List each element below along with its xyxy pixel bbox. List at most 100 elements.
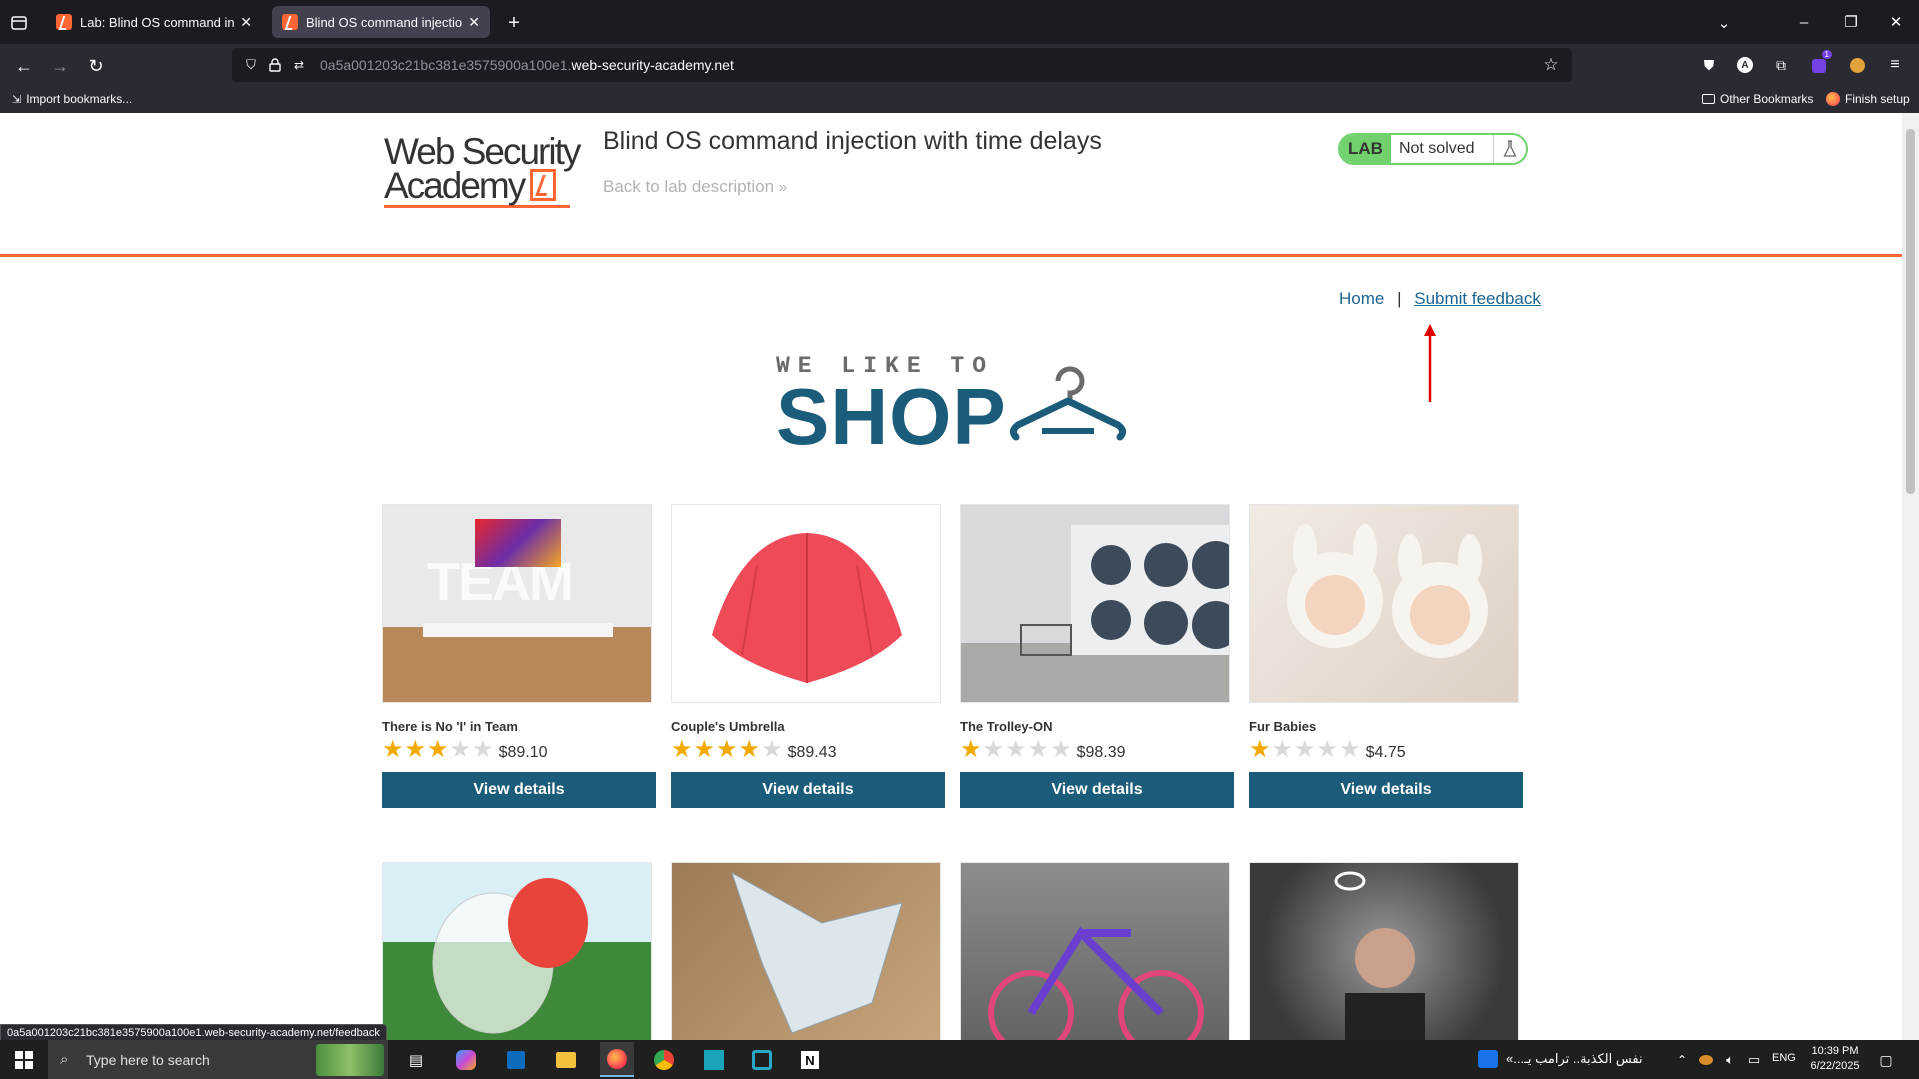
windows-start-icon[interactable] — [10, 1046, 38, 1074]
pocket-icon[interactable]: ⛊ — [1698, 54, 1720, 76]
star-empty-icon: ★ — [761, 736, 783, 763]
back-icon[interactable]: ← — [12, 54, 36, 78]
header-divider — [0, 254, 1902, 257]
logo-line-2: Academy — [384, 165, 526, 206]
other-bookmarks-item[interactable]: Other Bookmarks — [1702, 92, 1813, 106]
logo-line-1: Web Security — [384, 131, 581, 172]
url-text[interactable]: 0a5a001203c21bc381e3575900a100e1.web-sec… — [320, 57, 734, 73]
star-empty-icon: ★ — [472, 736, 494, 763]
copilot-icon[interactable] — [452, 1046, 480, 1074]
product-image[interactable] — [671, 504, 941, 703]
bubble-shape — [432, 878, 588, 1034]
star-empty-icon: ★ — [1271, 736, 1294, 763]
extension-badge-count: 1 — [1821, 50, 1832, 59]
minimize-icon[interactable]: – — [1790, 8, 1818, 36]
product-image[interactable] — [671, 862, 941, 1040]
star-rating: ★★★★★ — [382, 738, 495, 762]
star-filled-icon: ★ — [1249, 736, 1271, 763]
product-image[interactable] — [960, 504, 1230, 703]
tab-lab-description[interactable]: Lab: Blind OS command injecti ✕ — [46, 6, 262, 38]
product-image[interactable] — [960, 862, 1230, 1040]
submit-feedback-link[interactable]: Submit feedback — [1414, 289, 1541, 308]
reload-icon[interactable]: ↻ — [84, 54, 108, 78]
product-rating: ★★★★★ $89.43 — [671, 738, 945, 762]
news-headline: نفس الكذبة.. ترامب يـ...» — [1506, 1051, 1643, 1066]
notifications-icon[interactable]: ▢ — [1872, 1046, 1900, 1074]
network-icon[interactable]: ▭ — [1740, 1046, 1768, 1074]
firefox-taskbar-icon[interactable] — [600, 1042, 634, 1077]
file-explorer-icon[interactable] — [552, 1046, 580, 1074]
view-details-button[interactable]: View details — [671, 772, 945, 808]
product-name: Fur Babies — [1249, 719, 1317, 734]
product-image[interactable] — [1249, 862, 1519, 1040]
close-tab-icon[interactable]: ✕ — [468, 14, 480, 31]
extensions-icon[interactable]: ⧉ — [1770, 54, 1792, 76]
page-scrollbar[interactable] — [1902, 113, 1919, 1040]
web-security-academy-logo[interactable]: Web Security Academy — [384, 131, 604, 208]
product-card — [960, 862, 1234, 1040]
product-image[interactable]: TEAM — [382, 504, 652, 703]
product-name: There is No 'I' in Team — [382, 719, 518, 734]
scrollbar-thumb[interactable] — [1906, 129, 1915, 494]
view-details-button[interactable]: View details — [960, 772, 1234, 808]
language-indicator[interactable]: ENG — [1772, 1052, 1796, 1064]
home-link[interactable]: Home — [1339, 289, 1384, 308]
hanger-icon — [1009, 366, 1127, 441]
tab-list-icon[interactable] — [8, 12, 30, 34]
star-empty-icon: ★ — [1050, 736, 1072, 763]
burp-suite-icon[interactable] — [700, 1046, 728, 1074]
extension-badge-icon[interactable]: 1 — [1806, 50, 1832, 76]
news-widget[interactable]: نفس الكذبة.. ترامب يـ...» — [1478, 1050, 1643, 1068]
star-filled-icon: ★ — [404, 736, 427, 763]
team-screen — [475, 519, 561, 567]
web-page-viewport: Web Security Academy Blind OS command in… — [0, 113, 1902, 1040]
restore-icon[interactable]: ❐ — [1837, 8, 1865, 36]
import-bookmarks-label: Import bookmarks... — [26, 92, 133, 106]
search-highlight-image — [316, 1044, 384, 1076]
product-price: $4.75 — [1365, 744, 1406, 761]
lab-status-widget: LAB Not solved — [1338, 133, 1528, 165]
flask-icon — [1494, 135, 1526, 163]
account-icon[interactable]: A — [1734, 54, 1756, 76]
browser-navigation-bar: ← → ↻ ⛉ ⇄ 0a5a001203c21bc381e3575900a100… — [0, 44, 1919, 86]
system-clock[interactable]: 10:39 PM 6/22/2025 — [1805, 1044, 1865, 1074]
other-bookmarks-label: Other Bookmarks — [1720, 92, 1814, 106]
notion-icon[interactable]: N — [796, 1046, 824, 1074]
cookie-extension-icon[interactable] — [1846, 54, 1868, 76]
back-to-lab-description-link[interactable]: Back to lab description » — [603, 177, 787, 197]
forward-icon[interactable]: → — [48, 54, 72, 78]
taskbar-search-input[interactable]: ⌕ Type here to search — [48, 1040, 388, 1079]
view-details-button[interactable]: View details — [382, 772, 656, 808]
import-bookmarks-item[interactable]: ⇲ Import bookmarks... — [12, 92, 132, 106]
task-view-icon[interactable]: ▤ — [402, 1046, 430, 1074]
chrome-icon[interactable] — [650, 1046, 678, 1074]
close-window-icon[interactable]: ✕ — [1882, 8, 1910, 36]
product-name: The Trolley-ON — [960, 719, 1053, 734]
chevron-down-icon[interactable]: ⌄ — [1712, 11, 1736, 35]
url-bar[interactable]: ⛉ ⇄ 0a5a001203c21bc381e3575900a100e1.web… — [232, 48, 1572, 82]
bike-shape — [988, 926, 1204, 1040]
product-rating: ★★★★★ $98.39 — [960, 738, 1234, 762]
origami-shape — [731, 871, 903, 1034]
product-image[interactable] — [382, 862, 652, 1040]
lock-icon[interactable] — [266, 56, 284, 74]
view-details-button[interactable]: View details — [1249, 772, 1523, 808]
finish-setup-item[interactable]: Finish setup — [1826, 92, 1910, 106]
tab-lab-active[interactable]: Blind OS command injection w ✕ — [272, 6, 490, 38]
product-image[interactable] — [1249, 504, 1519, 703]
bookmark-star-icon[interactable]: ☆ — [1542, 55, 1560, 74]
bookmarks-toolbar: ⇲ Import bookmarks... Other Bookmarks Fi… — [0, 86, 1919, 113]
vs-code-icon[interactable] — [748, 1046, 776, 1074]
washing-machines — [1020, 525, 1229, 656]
clock-date: 6/22/2025 — [1810, 1060, 1860, 1072]
lab-status-text: Not solved — [1391, 135, 1494, 163]
logo-bolt-icon — [530, 169, 557, 201]
shield-icon[interactable]: ⛉ — [242, 56, 260, 74]
close-tab-icon[interactable]: ✕ — [240, 14, 252, 31]
menu-hamburger-icon[interactable]: ≡ — [1884, 54, 1906, 76]
new-tab-icon[interactable]: + — [502, 11, 526, 35]
tab-title: Blind OS command injection w — [306, 14, 463, 30]
windows-taskbar: ⌕ Type here to search ▤ N نفس الكذبة.. ت… — [0, 1040, 1919, 1079]
permissions-icon[interactable]: ⇄ — [290, 56, 308, 74]
microsoft-store-icon[interactable] — [502, 1046, 530, 1074]
